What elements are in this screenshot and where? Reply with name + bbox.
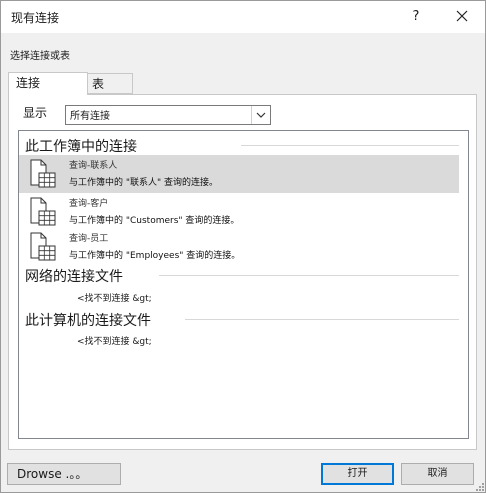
connection-description: 与工作簿中的 "Customers" 查询的连接。 [69, 216, 240, 226]
show-dropdown-value: 所有连接 [70, 111, 110, 122]
cancel-button[interactable]: 取消 [401, 463, 474, 485]
open-button[interactable]: 打开 [321, 463, 394, 485]
dropdown-arrow-button[interactable] [251, 106, 270, 124]
connection-name: 查询-联系人 [69, 161, 118, 171]
table-document-icon [30, 159, 56, 188]
show-label: 显示 [23, 106, 48, 120]
group-header-network: 网络的连接文件 [25, 269, 123, 285]
close-icon [456, 10, 468, 22]
group-divider [241, 145, 459, 146]
chevron-down-icon [256, 112, 266, 118]
connections-list[interactable]: 此工作簿中的连接 查询-联系人 与工作簿中的 "联系人" 查询的连接。 查询-客… [18, 130, 469, 439]
connection-name: 查询-客户 [69, 199, 109, 209]
help-button[interactable]: ? [404, 6, 428, 28]
group-divider [185, 319, 459, 320]
title-bar: 现有连接 ? [1, 1, 485, 33]
resize-grip-icon[interactable] [475, 482, 485, 492]
dialog-title: 现有连接 [11, 11, 60, 25]
close-button[interactable] [449, 6, 475, 28]
tab-connections[interactable]: 连接 [8, 72, 88, 95]
connection-item-employees[interactable]: 查询-员工 与工作簿中的 "Employees" 查询的连接。 [19, 228, 459, 266]
connections-tab-panel: 显示 所有连接 此工作簿中的连接 查询-联系人 与工作簿中的 "联系人" 查询的… [8, 94, 477, 450]
empty-message: <找不到连接 &gt; [77, 337, 152, 347]
show-dropdown[interactable]: 所有连接 [65, 105, 271, 125]
connection-description: 与工作簿中的 "Employees" 查询的连接。 [69, 251, 241, 261]
table-document-icon [30, 197, 56, 226]
connection-description: 与工作簿中的 "联系人" 查询的连接。 [69, 178, 219, 188]
existing-connections-dialog: 现有连接 ? 选择连接或表 连接 表 显示 所有连接 此工作簿中的连接 查询-联… [0, 0, 486, 493]
empty-message: <找不到连接 &gt; [77, 294, 152, 304]
group-divider [159, 275, 459, 276]
section-label: 选择连接或表 [10, 51, 70, 62]
tab-tables[interactable]: 表 [88, 73, 133, 94]
connection-item-contacts[interactable]: 查询-联系人 与工作簿中的 "联系人" 查询的连接。 [19, 155, 459, 193]
table-document-icon [30, 232, 56, 261]
connection-item-customers[interactable]: 查询-客户 与工作簿中的 "Customers" 查询的连接。 [19, 193, 459, 231]
group-header-workbook: 此工作簿中的连接 [25, 139, 137, 155]
connection-name: 查询-员工 [69, 234, 109, 244]
browse-button[interactable]: Drowse .。。 [7, 463, 121, 485]
group-header-computer: 此计算机的连接文件 [25, 313, 151, 329]
